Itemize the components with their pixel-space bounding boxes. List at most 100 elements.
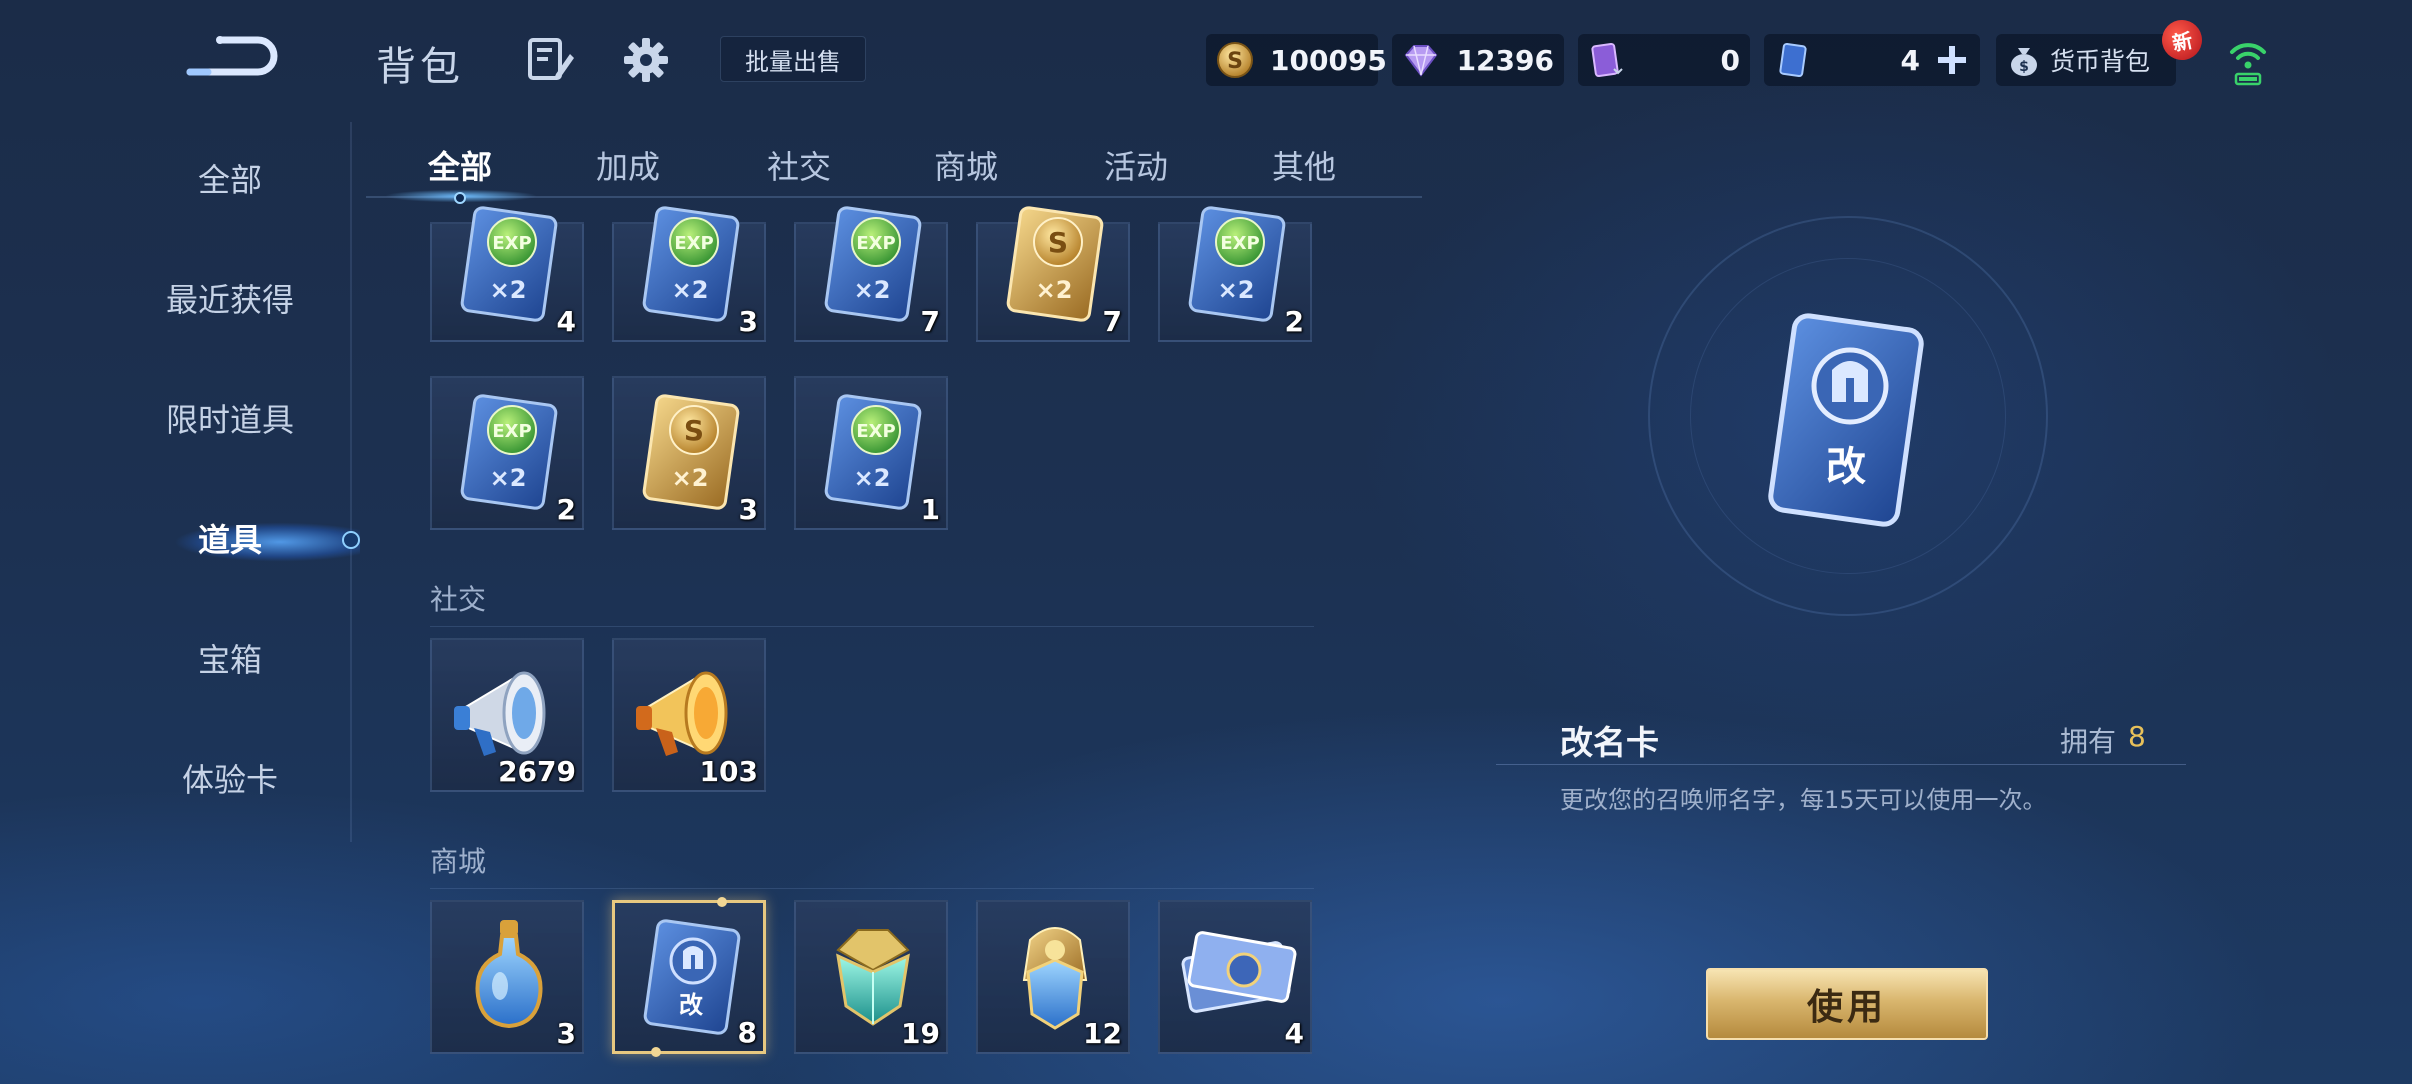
section-divider	[430, 888, 1314, 889]
plus-icon[interactable]	[1934, 42, 1970, 78]
multiplier-label: ×2	[854, 464, 891, 492]
currency-wallet-label: 货币背包	[2050, 47, 2151, 76]
item-slot[interactable]: EXP ×2 4	[430, 206, 584, 342]
item-count: 103	[699, 755, 758, 788]
item-count: 12	[1083, 1017, 1122, 1050]
svg-text:S: S	[1227, 49, 1243, 74]
selection-marker	[717, 897, 727, 907]
tab-other[interactable]: 其他	[1234, 142, 1374, 188]
exp-label: EXP	[492, 421, 531, 442]
selection-marker	[651, 1047, 661, 1057]
money-bag-icon: $	[2011, 48, 2037, 76]
exp-double-card-icon: EXP ×2	[824, 206, 922, 322]
exp-double-card-icon: EXP ×2	[460, 206, 558, 322]
wifi-signal-icon	[2230, 43, 2266, 86]
rename-glyph: 改	[679, 991, 703, 1019]
exp-double-card-icon: EXP ×2	[824, 394, 922, 510]
nav-item-trial-cards[interactable]: 体验卡	[120, 750, 340, 810]
item-count: 2	[556, 493, 576, 526]
exp-label: EXP	[674, 233, 713, 254]
tab-social[interactable]: 社交	[729, 142, 869, 188]
rename-glyph: 改	[1826, 444, 1866, 490]
section-title-social: 社交	[430, 583, 487, 616]
tab-all[interactable]: 全部	[390, 142, 530, 188]
rename-card-preview-icon: 改	[1768, 313, 1924, 527]
item-count: 3	[556, 1017, 576, 1050]
item-slot[interactable]: EXP ×2 2	[1158, 206, 1312, 342]
multiplier-label: ×2	[854, 276, 891, 304]
gold-label: S	[1048, 226, 1068, 259]
multiplier-label: ×2	[672, 464, 709, 492]
nav-divider	[350, 122, 352, 842]
item-count: 4	[556, 305, 576, 338]
item-slot[interactable]: 2679	[430, 638, 584, 792]
nav-active-indicator	[342, 531, 360, 549]
item-slot[interactable]: 4	[1158, 900, 1312, 1054]
item-count: 19	[901, 1017, 940, 1050]
nav-item-recent[interactable]: 最近获得	[120, 270, 340, 330]
multiplier-label: ×2	[1218, 276, 1255, 304]
back-arrow-icon[interactable]	[180, 30, 280, 80]
multiplier-label: ×2	[490, 276, 527, 304]
item-slot[interactable]: EXP ×2 3	[612, 206, 766, 342]
exp-double-card-icon: EXP ×2	[1188, 206, 1286, 322]
section-title-store: 商城	[430, 845, 487, 878]
gold-double-card-icon: S ×2	[1006, 206, 1104, 322]
item-slot-selected[interactable]: 改 8	[612, 897, 766, 1057]
exp-label: EXP	[856, 233, 895, 254]
item-slot[interactable]: S ×2 7	[976, 206, 1130, 342]
owned-count: 8	[2128, 720, 2146, 753]
currency-wallet-button[interactable]: $ 货币背包	[1996, 34, 2176, 86]
nav-item-all[interactable]: 全部	[120, 150, 340, 210]
skin-card-currency: 4	[1764, 34, 1980, 86]
diamond-amount: 12396	[1456, 43, 1554, 77]
item-slot[interactable]: 103	[612, 638, 766, 792]
exp-double-card-icon: EXP ×2	[460, 394, 558, 510]
item-count: 8	[737, 1016, 757, 1049]
tab-events[interactable]: 活动	[1066, 142, 1206, 188]
gold-label: S	[684, 414, 704, 447]
detail-divider	[1496, 764, 2186, 765]
edit-icon[interactable]	[526, 36, 576, 82]
use-button[interactable]: 使用	[1706, 968, 1988, 1040]
item-slot[interactable]: 12	[976, 900, 1130, 1054]
multiplier-label: ×2	[490, 464, 527, 492]
section-divider	[430, 626, 1314, 627]
ticket-icon	[1181, 931, 1297, 1013]
owned-label: 拥有	[2060, 725, 2117, 758]
item-slot[interactable]: EXP ×2 2	[430, 376, 584, 530]
hero-card-icon	[1591, 43, 1623, 77]
bulk-sell-button[interactable]: 批量出售	[720, 36, 866, 82]
item-count: 2679	[498, 755, 576, 788]
item-slot[interactable]: EXP ×2 1	[794, 376, 948, 530]
hero-card-amount: 0	[1720, 43, 1740, 77]
item-description: 更改您的召唤师名字，每15天可以使用一次。	[1560, 786, 2047, 814]
nav-item-chests[interactable]: 宝箱	[120, 630, 340, 690]
exp-label: EXP	[856, 421, 895, 442]
gold-currency: S 100095	[1206, 34, 1387, 86]
diamond-currency: 12396	[1392, 34, 1564, 86]
item-count: 7	[920, 305, 940, 338]
gold-coin-icon: S	[1217, 42, 1253, 78]
exp-label: EXP	[1220, 233, 1259, 254]
item-slot[interactable]: 19	[794, 900, 948, 1054]
tab-boost[interactable]: 加成	[558, 142, 698, 188]
svg-text:$: $	[2019, 59, 2029, 75]
nav-item-limited[interactable]: 限时道具	[120, 390, 340, 450]
skin-card-amount: 4	[1900, 43, 1920, 77]
item-slot[interactable]: S ×2 3	[612, 376, 766, 530]
skin-card-icon	[1779, 43, 1807, 77]
tab-store[interactable]: 商城	[896, 142, 1036, 188]
item-count: 3	[738, 305, 758, 338]
item-count: 1	[920, 493, 940, 526]
multiplier-label: ×2	[672, 276, 709, 304]
gold-amount: 100095	[1270, 43, 1387, 77]
multiplier-label: ×2	[1036, 276, 1073, 304]
item-slot[interactable]: 3	[430, 900, 584, 1054]
item-count: 4	[1284, 1017, 1304, 1050]
gear-icon[interactable]	[622, 36, 670, 84]
item-slot[interactable]: EXP ×2 7	[794, 206, 948, 342]
item-count: 3	[738, 493, 758, 526]
hero-card-currency: 0	[1578, 34, 1750, 86]
nav-item-items[interactable]: 道具	[120, 510, 340, 570]
